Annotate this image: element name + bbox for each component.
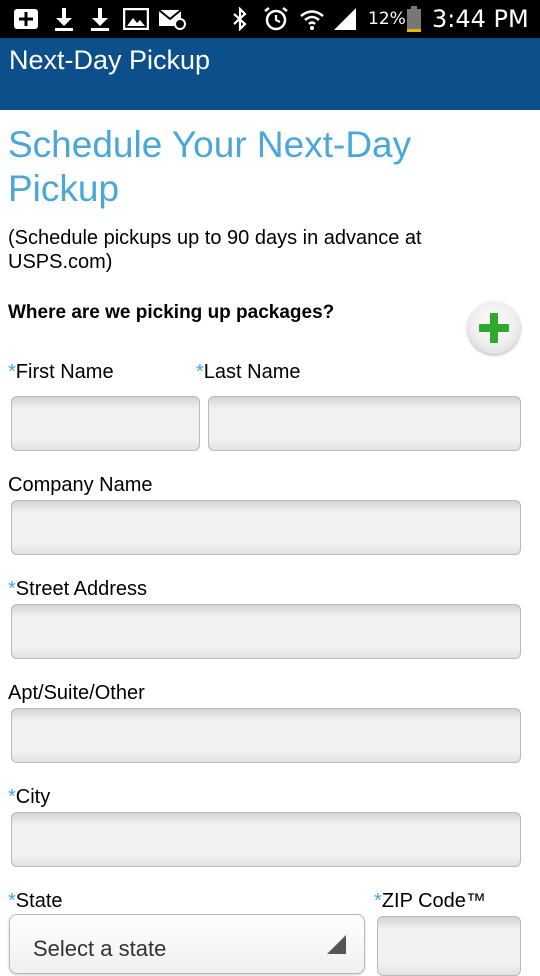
last-name-field[interactable] [208,396,521,451]
city-label: *City [8,786,51,808]
download-icon [52,6,76,32]
mail-icon [157,6,187,32]
apt-suite-label: Apt/Suite/Other [8,682,145,704]
last-name-label: *Last Name [196,361,301,383]
wifi-icon [298,6,326,32]
apt-suite-field[interactable] [11,708,521,763]
dropdown-arrow-icon [327,935,346,954]
required-marker: * [8,578,16,600]
signal-icon [331,6,359,32]
first-name-field[interactable] [11,396,200,451]
alarm-icon [262,6,290,32]
plus-icon [479,313,509,343]
required-marker: * [374,890,382,912]
status-bar: 12% 3:44 PM [0,0,540,38]
street-address-field[interactable] [11,604,521,659]
first-name-label: *First Name [8,361,114,383]
battery-percent: 12% [368,9,406,29]
zip-code-label: *ZIP Code™ [374,890,486,912]
section-heading: Where are we picking up packages? [8,302,335,323]
clock: 3:44 PM [432,5,529,33]
company-name-label: Company Name [8,474,153,496]
zip-code-field[interactable] [377,916,521,976]
app-bar: Next-Day Pickup [0,38,540,110]
required-marker: * [8,786,16,808]
image-icon [122,6,150,32]
company-name-field[interactable] [11,500,521,555]
bluetooth-icon [230,6,250,32]
required-marker: * [8,361,16,383]
app-bar-title: Next-Day Pickup [9,45,211,75]
required-marker: * [196,361,204,383]
state-select-value: Select a state [33,936,167,961]
add-address-button[interactable] [468,302,520,354]
city-field[interactable] [11,812,521,867]
page-title: Schedule Your Next-Day Pickup [8,124,412,209]
required-marker: * [8,890,16,912]
page-subtitle: (Schedule pickups up to 90 days in advan… [8,227,422,273]
street-address-label: *Street Address [8,578,147,600]
state-select[interactable]: Select a state [9,914,365,974]
battery-icon [406,6,422,32]
add-box-icon [12,6,40,32]
state-label: *State [8,890,63,912]
download-icon [88,6,112,32]
